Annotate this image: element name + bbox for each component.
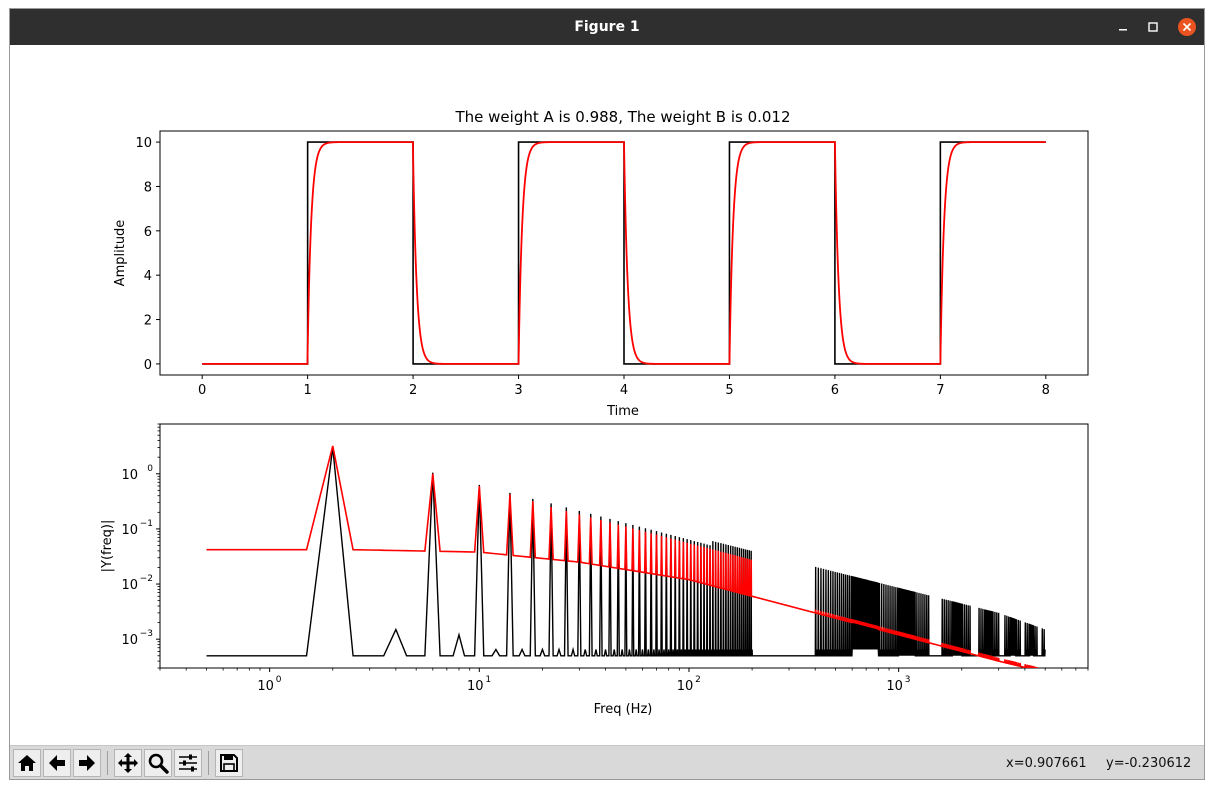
- toolbar-separator: [107, 751, 108, 775]
- figure-window: Figure 1 The weight A is 0.988, The weig…: [9, 8, 1205, 780]
- cursor-y-readout: y=-0.230612: [1106, 756, 1192, 771]
- pan-button[interactable]: [114, 749, 142, 777]
- freq-xlabel: Freq (Hz): [594, 702, 653, 717]
- navigation-toolbar: x=0.907661 y=-0.230612: [10, 745, 1204, 779]
- y-tick-label: 10: [121, 468, 138, 483]
- y-tick-label: 8: [144, 180, 152, 195]
- x-tick-label: 10: [677, 679, 694, 694]
- zoom-icon: [148, 753, 169, 774]
- y-tick-label: 6: [144, 225, 152, 240]
- figure-canvas[interactable]: The weight A is 0.988, The weight B is 0…: [10, 45, 1204, 745]
- x-tick-label: 2: [409, 383, 417, 398]
- pan-icon: [118, 753, 138, 773]
- save-icon: [220, 754, 238, 772]
- x-tick-exponent: 3: [905, 675, 911, 685]
- x-tick-exponent: 2: [695, 675, 701, 685]
- arrow-left-icon: [49, 755, 65, 771]
- save-button[interactable]: [215, 749, 243, 777]
- x-tick-label: 7: [936, 383, 944, 398]
- figure-plot: The weight A is 0.988, The weight B is 0…: [100, 108, 1089, 717]
- cursor-x-readout: x=0.907661: [1006, 756, 1087, 771]
- time-xlabel: Time: [606, 404, 639, 419]
- x-tick-exponent: 1: [485, 675, 491, 685]
- y-tick-exponent: −2: [140, 574, 153, 584]
- y-tick-exponent: −3: [140, 629, 153, 639]
- x-tick-label: 3: [514, 383, 522, 398]
- x-tick-label: 4: [620, 383, 628, 398]
- zoom-button[interactable]: [144, 749, 172, 777]
- x-tick-label: 10: [257, 679, 274, 694]
- x-tick-label: 10: [467, 679, 484, 694]
- home-icon: [18, 755, 36, 771]
- y-tick-exponent: −1: [140, 519, 153, 529]
- y-tick-label: 2: [144, 314, 152, 329]
- home-button[interactable]: [13, 749, 41, 777]
- x-tick-label: 5: [725, 383, 733, 398]
- y-tick-label: 4: [144, 269, 152, 284]
- y-tick-label: 10: [121, 523, 138, 538]
- arrow-right-icon: [79, 755, 95, 771]
- configure-subplots-button[interactable]: [174, 749, 202, 777]
- forward-button[interactable]: [73, 749, 101, 777]
- y-tick-exponent: 0: [147, 464, 153, 474]
- x-tick-label: 6: [831, 383, 839, 398]
- freq-axes: 10 0 10 1 10 2 10 310 −310 −210 −110 0 Freq (Hz) |Y…: [100, 423, 1089, 717]
- freq-ylabel: |Y(freq)|: [100, 520, 115, 573]
- back-button[interactable]: [43, 749, 71, 777]
- sliders-icon: [179, 754, 197, 772]
- time-axes: The weight A is 0.988, The weight B is 0…: [113, 108, 1089, 419]
- y-tick-label: 0: [144, 358, 152, 373]
- x-tick-label: 0: [198, 383, 206, 398]
- x-tick-label: 1: [303, 383, 311, 398]
- toolbar-separator: [208, 751, 209, 775]
- time-plot-title: The weight A is 0.988, The weight B is 0…: [454, 108, 790, 126]
- y-tick-label: 10: [121, 578, 138, 593]
- x-tick-exponent: 0: [276, 675, 282, 685]
- x-tick-label: 8: [1042, 383, 1050, 398]
- x-tick-label: 10: [886, 679, 903, 694]
- y-tick-label: 10: [121, 633, 138, 648]
- y-tick-label: 10: [135, 136, 152, 151]
- time-ylabel: Amplitude: [113, 220, 128, 287]
